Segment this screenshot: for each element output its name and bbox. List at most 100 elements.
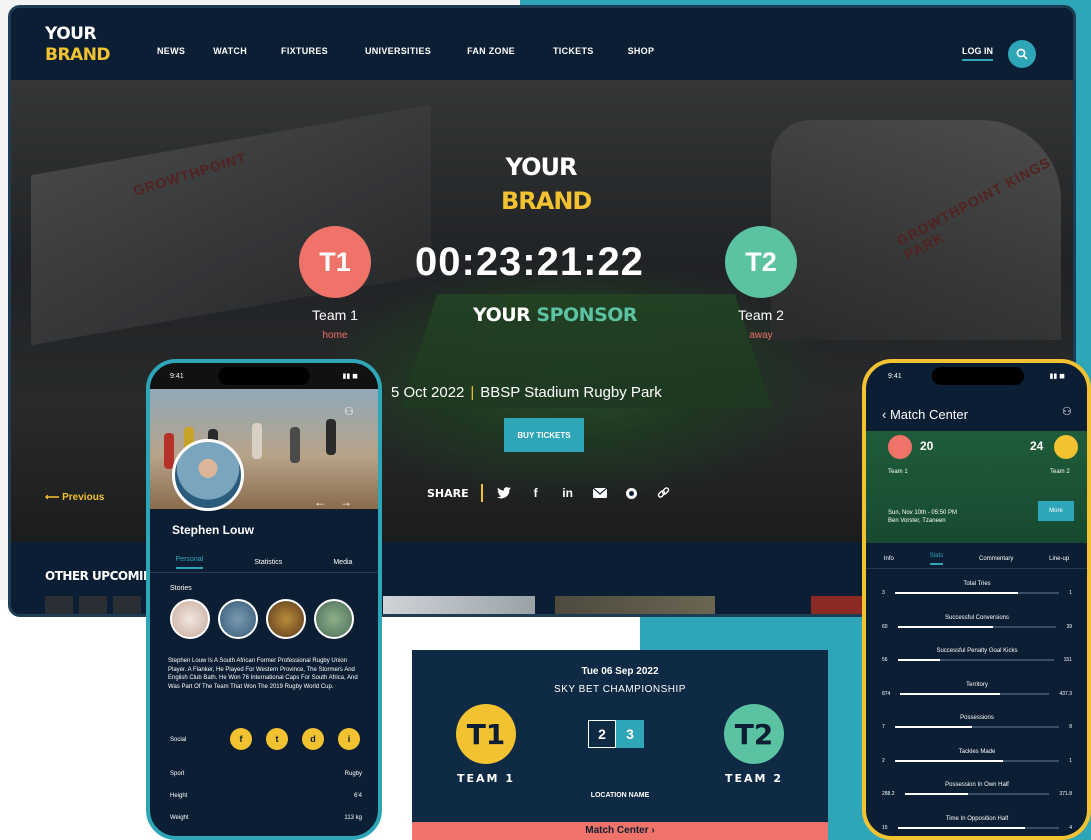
stat-label: Possessions (960, 715, 994, 721)
tab-media[interactable]: Media (333, 559, 352, 566)
tab-line-up[interactable]: Line-up (1049, 556, 1069, 562)
search-button[interactable] (1008, 40, 1036, 68)
team2-label: Team 2 (1050, 469, 1070, 475)
twitter-icon[interactable] (495, 485, 513, 501)
tab-info[interactable]: Info (884, 556, 894, 562)
stat-bar-fill (894, 592, 1019, 594)
stat-row: Height 6'4 (170, 793, 362, 799)
brand-line1: YOUR (45, 24, 97, 44)
instagram-icon[interactable]: i (338, 728, 360, 750)
upcoming-thumb[interactable] (113, 596, 141, 614)
stat-line: 60 39 (882, 624, 1072, 630)
stat-row: Possession In Own Half 288.2 371.8 (882, 782, 1072, 797)
stat-label: Successful Conversions (944, 614, 1010, 621)
match-center-phone: 9:41 ▮▮ ◼ ‹ Match Center ⚇ 20 24 Team 1 … (862, 359, 1091, 840)
stat-right-value: 371.8 (1059, 791, 1072, 797)
stories-row (170, 599, 354, 639)
stat-bar-fill (897, 826, 1026, 829)
login-link[interactable]: LOG IN (962, 46, 993, 61)
arrow-right-icon[interactable]: → (340, 495, 352, 509)
player-bio: Stephen Louw Is A South African Former P… (168, 658, 358, 690)
buy-tickets-button[interactable]: BUY TICKETS (504, 418, 584, 452)
twitter-icon[interactable]: t (266, 728, 288, 750)
match-card: Tue 06 Sep 2022 SKY BET CHAMPIONSHIP T1 … (412, 650, 828, 840)
nav-item-tickets[interactable]: TICKETS (553, 46, 594, 56)
stat-line: 56 151 (882, 657, 1072, 663)
stat-label: Territory (966, 681, 988, 688)
stat-row: Possessions 7 8 (882, 715, 1072, 730)
match-card-competition: SKY BET CHAMPIONSHIP (554, 684, 686, 695)
countdown-timer: 00:23:21:22 (415, 240, 644, 284)
nav-item-fixtures[interactable]: FIXTURES (281, 46, 328, 56)
share-separator (480, 484, 483, 502)
match-datetime: Sun, Nov 10th - 05:50 PM (888, 510, 958, 516)
stat-line: 874 437.3 (882, 691, 1072, 697)
stat-bar (897, 625, 1057, 628)
brand-logo[interactable]: YOUR BRAND (45, 24, 111, 66)
stat-label: Total Tries (963, 581, 991, 587)
story-thumb[interactable] (266, 599, 306, 639)
match-card-team1-label: TEAM 1 (457, 772, 515, 785)
date-separator: | (470, 384, 475, 401)
team1-sub: home (322, 330, 348, 341)
team2-badge[interactable]: T2 (725, 226, 797, 298)
user-icon[interactable]: ⚇ (344, 405, 354, 418)
facebook-icon[interactable]: f (230, 728, 252, 750)
stat-right-value: 1 (1069, 757, 1072, 764)
stat-line: 78 (882, 724, 1072, 730)
upcoming-thumb[interactable] (45, 596, 73, 614)
upcoming-thumb[interactable] (555, 596, 715, 614)
stat-left-value: 2 (882, 757, 885, 764)
stat-bar-fill (894, 726, 973, 728)
nav-item-fan-zone[interactable]: FAN ZONE (467, 46, 515, 56)
upcoming-thumb[interactable] (79, 596, 107, 614)
stat-left-value: 15 (882, 824, 888, 831)
email-icon[interactable] (591, 485, 609, 501)
nav-item-universities[interactable]: UNIVERSITIES (365, 46, 431, 56)
more-button[interactable]: More (1038, 501, 1074, 521)
match-venue: BBSP Stadium Rugby Park (480, 384, 662, 401)
tiktok-icon[interactable]: d (302, 728, 324, 750)
stat-bar (894, 759, 1060, 762)
match-center-title[interactable]: ‹ Match Center (882, 407, 968, 422)
nav-item-watch[interactable]: WATCH (213, 46, 247, 56)
whatsapp-icon[interactable] (623, 485, 641, 501)
tab-statistics[interactable]: Statistics (254, 559, 282, 566)
stat-row: Weight 113 kg (170, 815, 362, 821)
story-thumb[interactable] (218, 599, 258, 639)
nav-item-news[interactable]: NEWS (157, 46, 185, 56)
story-thumb[interactable] (170, 599, 210, 639)
team1-badge[interactable]: T1 (299, 226, 371, 298)
stat-left-value: 288.2 (882, 791, 895, 797)
tab-personal[interactable]: Personal (175, 556, 204, 569)
previous-label: Previous (62, 492, 105, 503)
match-card-team2-label: TEAM 2 (725, 772, 783, 785)
team2-sub: away (749, 330, 773, 341)
facebook-icon[interactable]: f (527, 485, 545, 501)
story-thumb[interactable] (314, 599, 354, 639)
linkedin-icon[interactable]: in (559, 485, 577, 501)
tab-commentary[interactable]: Commentary (979, 556, 1013, 562)
stories-label: Stories (170, 585, 192, 592)
stat-label: Tackles Made (958, 748, 996, 755)
match-card-team1-badge[interactable]: T1 (456, 704, 516, 764)
match-card-team2-badge[interactable]: T2 (724, 704, 784, 764)
stat-value: 113 kg (344, 815, 362, 821)
stat-bar-fill (894, 759, 1004, 762)
match-center-button[interactable]: Match Center › (412, 822, 828, 840)
link-icon[interactable] (655, 485, 673, 501)
arrow-left-icon[interactable]: ← (314, 495, 326, 509)
nav-item-shop[interactable]: SHOP (628, 46, 655, 56)
previous-link[interactable]: ⟵ Previous (45, 492, 104, 503)
upcoming-thumb[interactable] (383, 596, 535, 614)
team2-name: Team 2 (738, 307, 784, 323)
tab-stats[interactable]: Stats (929, 553, 944, 565)
stat-row: Tackles Made 2 1 (882, 749, 1072, 764)
signal-battery-icon: ▮▮ ◼ (1049, 373, 1065, 380)
profile-tabs: Personal Statistics Media (150, 553, 378, 573)
sponsor-word2: SPONSOR (536, 304, 638, 326)
score-team2: 3 (616, 720, 644, 748)
user-icon[interactable]: ⚇ (1062, 405, 1072, 418)
match-date: 5 Oct 2022 (391, 384, 465, 401)
share-bar: SHARE f in (427, 484, 687, 502)
